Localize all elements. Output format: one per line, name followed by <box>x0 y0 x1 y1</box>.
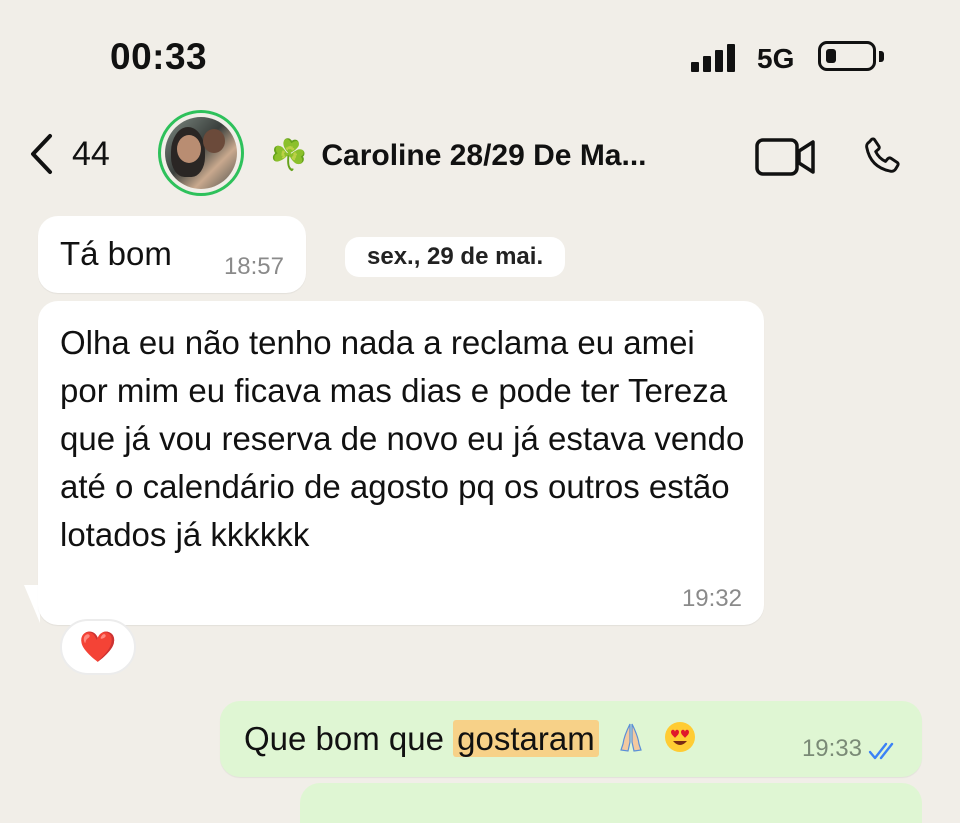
avatar[interactable] <box>158 110 244 196</box>
clover-emoji: ☘️ <box>270 139 308 172</box>
chat-header: 44 ☘️ Caroline 28/29 De Ma... <box>0 110 960 205</box>
incoming-message[interactable]: Tá bom 18:57 <box>38 216 306 293</box>
message-text: Olha eu não tenho nada a reclama eu amei… <box>60 324 745 553</box>
phone-call-button[interactable] <box>858 132 908 187</box>
back-button[interactable]: 44 <box>28 132 110 176</box>
incoming-message[interactable]: Olha eu não tenho nada a reclama eu amei… <box>38 301 764 625</box>
unread-count: 44 <box>72 134 110 173</box>
battery-tip <box>879 51 884 62</box>
message-time: 19:33 <box>801 735 862 762</box>
folded-hands-emoji-icon <box>620 723 642 752</box>
contact-name-label: Caroline 28/29 De Ma... <box>321 138 647 172</box>
video-call-icon <box>755 138 815 176</box>
outgoing-message-partial[interactable] <box>300 783 922 823</box>
phone-call-icon <box>865 137 900 173</box>
double-check-read-icon <box>868 742 894 760</box>
status-time: 00:33 <box>110 36 208 77</box>
search-highlight: gostaram <box>453 720 599 757</box>
battery-low-icon <box>818 41 876 71</box>
outgoing-message[interactable]: Que bom que gostaram 19:33 <box>220 701 922 777</box>
message-text: Tá bom <box>60 235 172 272</box>
avatar-photo <box>165 117 237 189</box>
cellular-signal-icon <box>691 44 739 72</box>
message-text: Que bom que gostaram <box>244 715 697 763</box>
contact-name[interactable]: ☘️ Caroline 28/29 De Ma... <box>270 138 647 173</box>
chat-area[interactable]: Tá bom 18:57 sex., 29 de mai. Olha eu nã… <box>0 205 960 823</box>
heart-eyes-emoji-icon <box>665 722 696 752</box>
date-separator: sex., 29 de mai. <box>345 237 566 277</box>
network-type: 5G <box>757 43 795 74</box>
heart-reaction-icon[interactable]: ❤️ <box>60 619 136 675</box>
message-text-part: Que bom que <box>244 720 454 757</box>
chevron-left-icon <box>31 134 52 174</box>
status-bar: 00:33 5G <box>0 0 960 110</box>
message-time: 18:57 <box>223 253 284 280</box>
message-time: 19:32 <box>681 585 742 612</box>
video-call-button[interactable] <box>755 137 817 182</box>
